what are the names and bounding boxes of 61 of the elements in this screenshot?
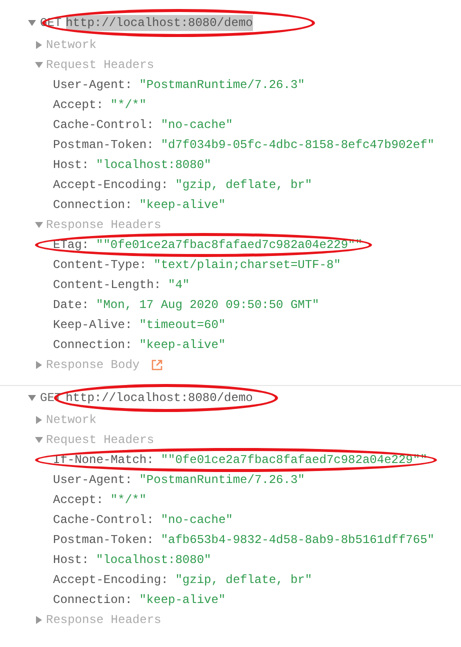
header-value: "PostmanRuntime/7.26.3" (139, 473, 305, 487)
section-title[interactable]: Network (46, 38, 96, 52)
caret-icon[interactable] (28, 19, 36, 27)
header-name: Accept: (53, 493, 104, 507)
header-name: Host: (53, 553, 90, 567)
header-value: "no-cache" (160, 513, 233, 527)
header-value: "no-cache" (160, 118, 233, 132)
header-value: ""0fe01ce2a7fbac8fafaed7c982a04e229"" (96, 238, 362, 252)
request-url[interactable]: http://localhost:8080/demo (66, 15, 253, 31)
caret-icon[interactable] (35, 61, 43, 69)
header-name: Postman-Token: (53, 533, 154, 547)
header-value: "keep-alive" (139, 198, 226, 212)
header-name: Connection: (53, 593, 132, 607)
caret-icon[interactable] (28, 394, 36, 402)
header-name: Accept-Encoding: (53, 178, 168, 192)
header-value: "*/*" (110, 493, 146, 507)
header-value: "PostmanRuntime/7.26.3" (139, 78, 305, 92)
section-title[interactable]: Response Headers (46, 613, 162, 627)
header-value: "4" (168, 278, 190, 292)
header-value: ""0fe01ce2a7fbac8fafaed7c982a04e229"" (160, 453, 428, 467)
header-name: Keep-Alive: (53, 318, 132, 332)
caret-icon[interactable] (35, 416, 43, 424)
header-name: User-Agent: (53, 473, 132, 487)
request-url[interactable]: http://localhost:8080/demo (66, 390, 253, 406)
header-value: "localhost:8080" (96, 158, 212, 172)
header-value: "Mon, 17 Aug 2020 09:50:50 GMT" (96, 298, 320, 312)
header-value: "timeout=60" (139, 318, 226, 332)
header-name: Cache-Control: (53, 513, 154, 527)
header-name: Date: (53, 298, 90, 312)
caret-icon[interactable] (35, 221, 43, 229)
header-value: "localhost:8080" (96, 553, 212, 567)
header-name: ETag: (53, 238, 90, 252)
header-value: "text/plain;charset=UTF-8" (154, 258, 341, 272)
header-name: User-Agent: (53, 78, 132, 92)
caret-icon[interactable] (35, 41, 43, 49)
section-title[interactable]: Request Headers (46, 433, 154, 447)
header-value: "gzip, deflate, br" (175, 178, 312, 192)
header-name: Connection: (53, 198, 132, 212)
header-name: Connection: (53, 338, 132, 352)
header-name: Content-Type: (53, 258, 147, 272)
header-value: "d7f034b9-05fc-4dbc-8158-8efc47b902ef" (160, 138, 434, 152)
open-external-icon[interactable] (150, 359, 163, 371)
header-name: Accept: (53, 98, 104, 112)
header-name: Postman-Token: (53, 138, 154, 152)
header-value: "afb653b4-9832-4d58-8ab9-8b5161dff765" (160, 533, 434, 547)
header-value: "*/*" (110, 98, 146, 112)
header-name: If-None-Match: (53, 453, 154, 467)
section-title[interactable]: Response Body (46, 358, 140, 372)
section-title[interactable]: Request Headers (46, 58, 154, 72)
header-name: Accept-Encoding: (53, 573, 168, 587)
header-value: "keep-alive" (139, 593, 226, 607)
header-value: "gzip, deflate, br" (175, 573, 312, 587)
caret-icon[interactable] (35, 436, 43, 444)
caret-icon[interactable] (35, 361, 43, 369)
header-name: Host: (53, 158, 90, 172)
section-title[interactable]: Network (46, 413, 96, 427)
section-title[interactable]: Response Headers (46, 218, 162, 232)
caret-icon[interactable] (35, 616, 43, 624)
header-value: "keep-alive" (139, 338, 226, 352)
header-name: Content-Length: (53, 278, 162, 292)
header-name: Cache-Control: (53, 118, 154, 132)
